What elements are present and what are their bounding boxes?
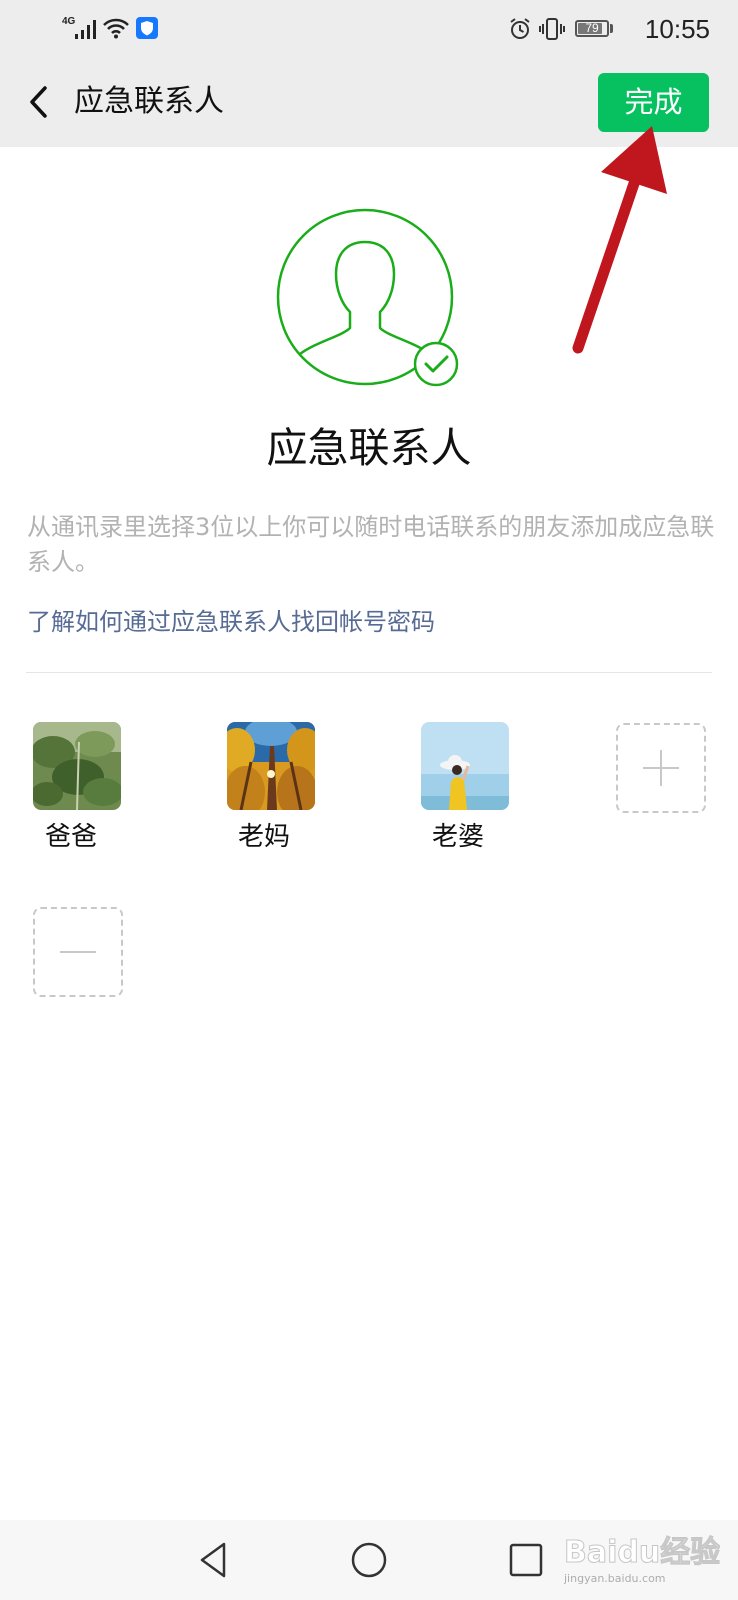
contact-item[interactable]: 爸爸 — [33, 722, 123, 852]
vibrate-icon — [539, 18, 565, 40]
page-title: 应急联系人 — [74, 84, 224, 119]
contact-name: 老妈 — [238, 822, 291, 852]
wifi-icon — [103, 18, 129, 39]
chevron-left-icon — [30, 86, 47, 118]
contact-item[interactable]: 老婆 — [421, 722, 511, 852]
emergency-contact-icon — [276, 208, 459, 387]
alarm-icon — [510, 18, 530, 39]
remove-contact-button[interactable] — [33, 907, 123, 997]
hero-title: 应急联系人 — [266, 424, 472, 472]
circle-home-icon — [351, 1542, 387, 1578]
nav-back-button[interactable] — [192, 1538, 236, 1582]
shield-icon — [136, 17, 158, 39]
nav-recents-button[interactable] — [504, 1538, 548, 1582]
contact-item[interactable]: 老妈 — [227, 722, 317, 852]
done-button[interactable]: 完成 — [598, 73, 709, 132]
header: 应急联系人 完成 — [0, 58, 738, 147]
nav-home-button[interactable] — [347, 1538, 391, 1582]
divider — [26, 672, 712, 673]
battery-level: 79 — [585, 21, 599, 35]
contact-photo-wife — [421, 722, 509, 810]
svg-text:Baidu经验: Baidu经验 — [564, 1535, 720, 1570]
contact-name: 爸爸 — [45, 822, 98, 852]
contact-photo-mom — [227, 722, 315, 810]
battery-tip — [610, 24, 613, 33]
signal-icon — [75, 20, 96, 39]
battery-icon: 79 — [575, 20, 609, 37]
help-link[interactable]: 了解如何通过应急联系人找回帐号密码 — [27, 604, 435, 640]
square-recents-icon — [509, 1543, 543, 1577]
svg-text:jingyan.baidu.com: jingyan.baidu.com — [563, 1572, 666, 1585]
baidu-watermark: Baidu经验 jingyan.baidu.com — [563, 1535, 720, 1586]
triangle-back-icon — [200, 1542, 226, 1578]
status-bar: 4G 79 10:55 — [0, 0, 738, 58]
add-contact-button[interactable] — [616, 723, 706, 813]
back-button[interactable] — [18, 74, 62, 130]
contact-name: 老婆 — [432, 822, 485, 852]
screen: 4G 79 10:55 应急联系人 完成 应急联系人 从通讯录里选择3位以上你可… — [0, 0, 738, 1600]
contact-photo-dad — [33, 722, 121, 810]
description-text: 从通讯录里选择3位以上你可以随时电话联系的朋友添加成应急联系人。 — [27, 513, 715, 576]
clock: 10:55 — [644, 14, 710, 44]
